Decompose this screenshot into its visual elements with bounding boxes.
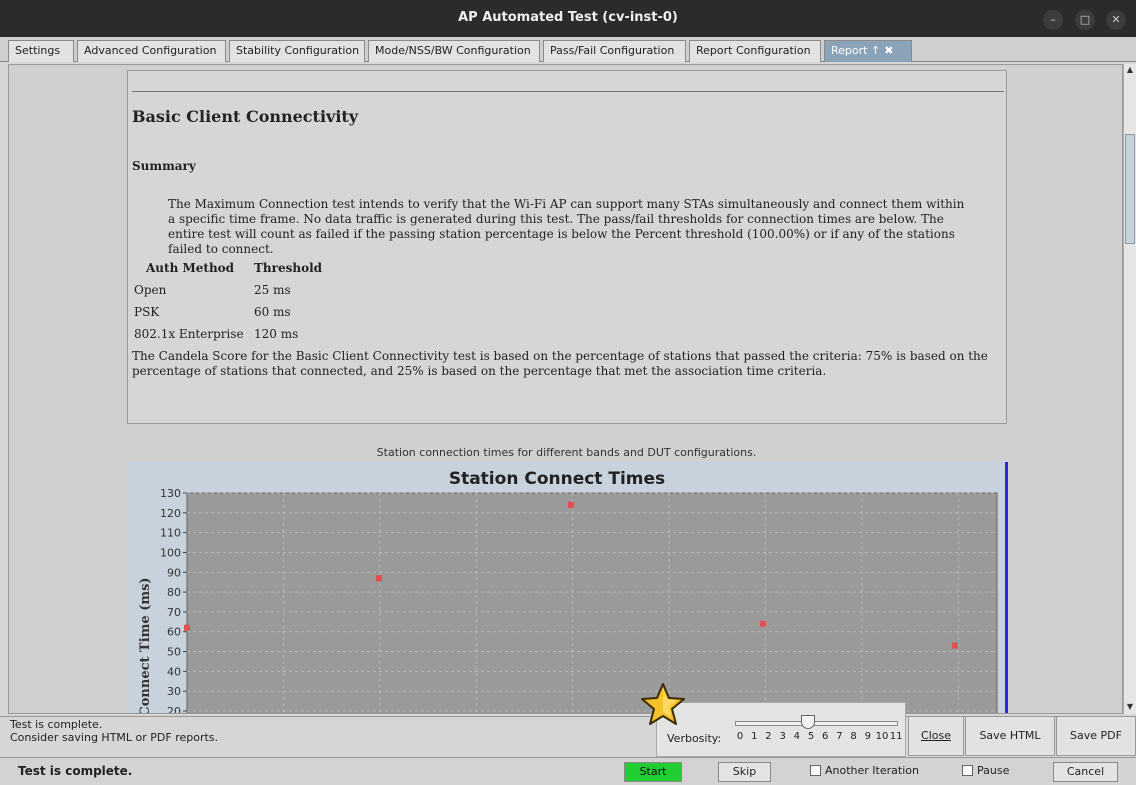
vertical-scrollbar[interactable]: ▲ ▼ [1123, 64, 1136, 714]
close-button[interactable]: Close [908, 716, 964, 756]
y-tick-label: 130 [160, 487, 181, 500]
table-cell: 60 ms [254, 305, 291, 319]
save-pdf-button[interactable]: Save PDF [1056, 716, 1136, 756]
verbosity-label: Verbosity: [667, 732, 722, 745]
chart-divider [1005, 462, 1008, 713]
y-axis-label: Connect Time (ms) [138, 577, 153, 714]
y-tick-label: 50 [167, 646, 181, 659]
verbosity-tick-label: 8 [850, 731, 857, 742]
save-html-button[interactable]: Save HTML [965, 716, 1055, 756]
verbosity-slider[interactable] [735, 721, 898, 726]
tab-pass-fail-configuration[interactable]: Pass/Fail Configuration [543, 40, 686, 62]
chart-caption: Station connection times for different b… [376, 446, 757, 459]
data-point [760, 620, 766, 627]
table-cell: 25 ms [254, 283, 291, 297]
candela-score-text: The Candela Score for the Basic Client C… [132, 349, 988, 378]
tab-report[interactable]: Report ↑ ✖ [824, 40, 912, 62]
star-icon [641, 683, 685, 725]
checkbox-box[interactable] [962, 765, 973, 776]
table-cell: 120 ms [254, 327, 299, 341]
close-window-icon[interactable]: ✕ [1106, 10, 1126, 30]
section-divider [132, 91, 1004, 92]
tab-report-configuration[interactable]: Report Configuration [689, 40, 821, 62]
maximize-icon[interactable]: □ [1075, 10, 1095, 30]
verbosity-tick-label: 7 [836, 731, 843, 742]
verbosity-slider-knob[interactable] [801, 715, 815, 729]
start-button[interactable]: Start [624, 762, 682, 782]
verbosity-tick-label: 3 [779, 731, 786, 742]
table-cell: PSK [134, 305, 160, 319]
y-tick-label: 110 [160, 527, 181, 540]
summary-text: The Maximum Connection test intends to v… [168, 197, 965, 256]
tab-report-label: Report ↑ [831, 44, 881, 57]
status-line: Test is complete. [10, 718, 103, 731]
y-tick-label: 80 [167, 586, 181, 599]
y-tick-label: 90 [167, 566, 181, 579]
bottom-status: Test is complete. [18, 764, 133, 778]
verbosity-tick-label: 4 [793, 731, 801, 742]
verbosity-control: Verbosity: 0 1 2 3 4 5 6 7 8 9 1011 [656, 702, 906, 757]
checkbox-box[interactable] [810, 765, 821, 776]
verbosity-tick-label: 10 [875, 731, 889, 742]
skip-button[interactable]: Skip [718, 762, 771, 782]
y-tick-label: 120 [160, 507, 181, 520]
scrollbar-thumb[interactable] [1125, 134, 1135, 244]
verbosity-tick-label: 9 [864, 731, 871, 742]
another-iteration-checkbox[interactable]: Another Iteration [810, 764, 919, 777]
chart-title: Station Connect Times [449, 469, 665, 489]
y-tick-label: 20 [167, 705, 181, 714]
window-title: AP Automated Test (cv-inst-0) [458, 10, 678, 25]
cancel-button[interactable]: Cancel [1053, 762, 1118, 782]
report-viewport[interactable]: Basic Client Connectivity Summary The Ma… [8, 64, 1123, 714]
table-cell: Open [134, 283, 167, 297]
section-heading: Basic Client Connectivity [132, 107, 359, 126]
checkbox-label: Pause [977, 764, 1010, 777]
table-header: Auth Method [146, 261, 235, 275]
data-point [376, 575, 382, 582]
tab-stability-configuration[interactable]: Stability Configuration [229, 40, 365, 62]
verbosity-tick-label: 0 [736, 731, 744, 742]
summary-heading: Summary [132, 159, 196, 173]
y-tick-label: 40 [167, 665, 181, 678]
data-point [952, 642, 958, 649]
title-bar: AP Automated Test (cv-inst-0) – □ ✕ [0, 0, 1136, 37]
scroll-up-icon[interactable]: ▲ [1124, 64, 1136, 76]
table-cell: 802.1x Enterprise [134, 327, 244, 341]
verbosity-tick-label: 6 [822, 731, 829, 742]
verbosity-tick-label: 11 [889, 731, 903, 742]
data-point [568, 501, 574, 508]
y-tick-label: 30 [167, 685, 181, 698]
y-tick-label: 70 [167, 606, 181, 619]
tab-bar: Settings Advanced Configuration Stabilit… [0, 37, 1136, 62]
status-line: Consider saving HTML or PDF reports. [10, 731, 219, 744]
checkbox-label: Another Iteration [825, 764, 919, 777]
verbosity-tick-label: 2 [765, 731, 772, 742]
y-tick-label: 60 [167, 626, 181, 639]
data-point [184, 624, 190, 631]
y-tick-label: 100 [160, 546, 181, 559]
report-section: Basic Client Connectivity Summary The Ma… [127, 70, 1007, 424]
close-tab-icon[interactable]: ✖ [884, 44, 893, 57]
verbosity-ticks: 0 1 2 3 4 5 6 7 8 9 1011 [733, 731, 908, 742]
minimize-icon[interactable]: – [1043, 10, 1063, 30]
pause-checkbox[interactable]: Pause [962, 764, 1009, 777]
station-connect-times-chart: Station Connect Times 20 30 40 50 60 70 80 90 100… [127, 461, 1007, 714]
tab-settings[interactable]: Settings [8, 40, 74, 62]
table-header: Threshold [254, 261, 323, 275]
scroll-down-icon[interactable]: ▼ [1124, 701, 1136, 713]
tab-advanced-configuration[interactable]: Advanced Configuration [77, 40, 226, 62]
plot-area [186, 492, 998, 713]
tab-mode-nss-bw-configuration[interactable]: Mode/NSS/BW Configuration [368, 40, 540, 62]
verbosity-tick-label: 1 [751, 731, 758, 742]
app-window: AP Automated Test (cv-inst-0) – □ ✕ Sett… [0, 0, 1136, 785]
verbosity-tick-label: 5 [807, 731, 815, 742]
status-message: Test is complete. Consider saving HTML o… [10, 718, 218, 744]
